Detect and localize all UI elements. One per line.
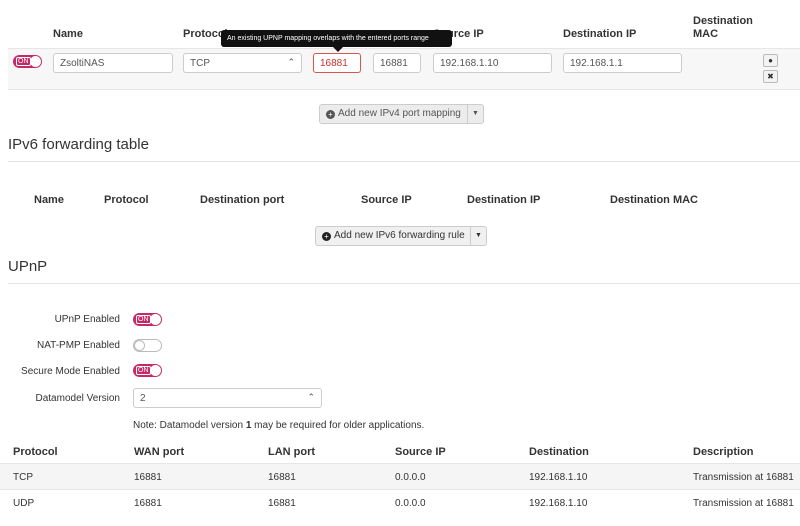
ipv4-row-lan-port-input[interactable]: 16881 xyxy=(373,53,421,73)
natpmp-enabled-toggle[interactable] xyxy=(133,339,162,352)
ipv4-row-destination-ip-input[interactable]: 192.168.1.1 xyxy=(563,53,682,73)
upnp-header-wan-port: WAN port xyxy=(134,446,185,458)
note-prefix: Note: Datamodel version xyxy=(133,420,246,431)
ipv4-row-save-button[interactable]: ● xyxy=(763,54,778,67)
ipv4-row-delete-button[interactable]: ✖ xyxy=(763,70,778,83)
table-cell: 16881 xyxy=(268,498,296,509)
add-ipv6-rule-button[interactable]: + Add new IPv6 forwarding rule ▼ xyxy=(315,226,487,246)
tooltip-arrow xyxy=(333,47,343,52)
upnp-header-source-ip: Source IP xyxy=(395,446,446,458)
upnp-header-destination: Destination xyxy=(529,446,589,458)
add-ipv4-mapping-button[interactable]: + Add new IPv4 port mapping ▼ xyxy=(319,104,484,124)
select-caret-icon: ⌃ xyxy=(307,392,315,402)
ipv4-header-destination-mac: Destination MAC xyxy=(693,15,753,40)
table-cell: Transmission at 16881 xyxy=(693,498,794,509)
ipv4-row-name-input[interactable]: ZsoltiNAS xyxy=(53,53,173,73)
upnp-enabled-label: UPnP Enabled xyxy=(54,314,120,325)
datamodel-note: Note: Datamodel version 1 may be require… xyxy=(133,420,424,431)
datamodel-version-select[interactable]: 2 ⌃ xyxy=(133,388,322,408)
ipv6-header-name: Name xyxy=(34,194,64,206)
upnp-header-lan-port: LAN port xyxy=(268,446,316,458)
ipv6-header-source-ip: Source IP xyxy=(361,194,412,206)
ipv4-header-destination-ip: Destination IP xyxy=(563,28,637,40)
datamodel-version-label: Datamodel Version xyxy=(35,393,121,404)
close-icon: ✖ xyxy=(767,72,774,81)
select-caret-icon: ⌃ xyxy=(287,57,295,67)
upnp-header-description: Description xyxy=(693,446,754,458)
protocol-select-value: TCP xyxy=(190,58,210,69)
ipv4-row-protocol-select[interactable]: TCP ⌃ xyxy=(183,53,302,73)
table-row: UDP 16881 16881 0.0.0.0 192.168.1.10 Tra… xyxy=(0,489,800,515)
upnp-divider xyxy=(8,283,800,284)
upnp-enabled-toggle[interactable]: ON xyxy=(133,313,162,326)
table-cell: Transmission at 16881 xyxy=(693,472,794,483)
add-ipv4-dropdown-caret[interactable]: ▼ xyxy=(467,105,483,123)
ipv4-row-source-ip-input[interactable]: 192.168.1.10 xyxy=(433,53,552,73)
toggle-on-label: ON xyxy=(136,366,151,375)
save-icon: ● xyxy=(768,56,773,65)
ipv4-header-name: Name xyxy=(53,28,83,40)
natpmp-enabled-label: NAT-PMP Enabled xyxy=(36,340,120,351)
upnp-header-protocol: Protocol xyxy=(13,446,58,458)
ipv4-row-enable-toggle[interactable]: ON xyxy=(13,55,42,68)
ipv6-divider xyxy=(8,161,800,162)
upnp-section-title: UPnP xyxy=(8,258,48,275)
ipv6-header-destination-mac: Destination MAC xyxy=(610,194,698,206)
table-cell: 0.0.0.0 xyxy=(395,472,426,483)
table-cell: UDP xyxy=(13,498,35,509)
ipv6-section-title: IPv6 forwarding table xyxy=(8,136,149,153)
secure-mode-toggle[interactable]: ON xyxy=(133,364,162,377)
table-cell: 16881 xyxy=(134,498,162,509)
plus-circle-icon: + xyxy=(326,110,335,119)
note-suffix: may be required for older applications. xyxy=(251,420,425,431)
add-ipv4-label: Add new IPv4 port mapping xyxy=(338,108,461,119)
ipv6-header-protocol: Protocol xyxy=(104,194,149,206)
secure-mode-label: Secure Mode Enabled xyxy=(21,366,120,377)
table-cell: TCP xyxy=(13,472,33,483)
ipv6-header-destination-ip: Destination IP xyxy=(467,194,541,206)
table-cell: 0.0.0.0 xyxy=(395,498,426,509)
table-cell: 192.168.1.10 xyxy=(529,472,588,483)
table-cell: 192.168.1.10 xyxy=(529,498,588,509)
table-row: TCP 16881 16881 0.0.0.0 192.168.1.10 Tra… xyxy=(0,463,800,489)
table-cell: 16881 xyxy=(268,472,296,483)
toggle-on-label: ON xyxy=(16,57,31,66)
table-cell: 16881 xyxy=(134,472,162,483)
add-ipv6-dropdown-caret[interactable]: ▼ xyxy=(470,227,486,245)
toggle-on-label: ON xyxy=(136,315,151,324)
ipv6-header-destination-port: Destination port xyxy=(200,194,285,206)
upnp-mappings-table: Protocol WAN port LAN port Source IP Des… xyxy=(0,436,800,526)
ipv4-row-wan-port-input[interactable]: 16881 xyxy=(313,53,361,73)
plus-circle-icon: + xyxy=(322,232,331,241)
datamodel-version-value: 2 xyxy=(140,393,146,404)
add-ipv6-label: Add new IPv6 forwarding rule xyxy=(334,230,465,241)
wan-port-error-tooltip: An existing UPNP mapping overlaps with t… xyxy=(221,30,452,47)
